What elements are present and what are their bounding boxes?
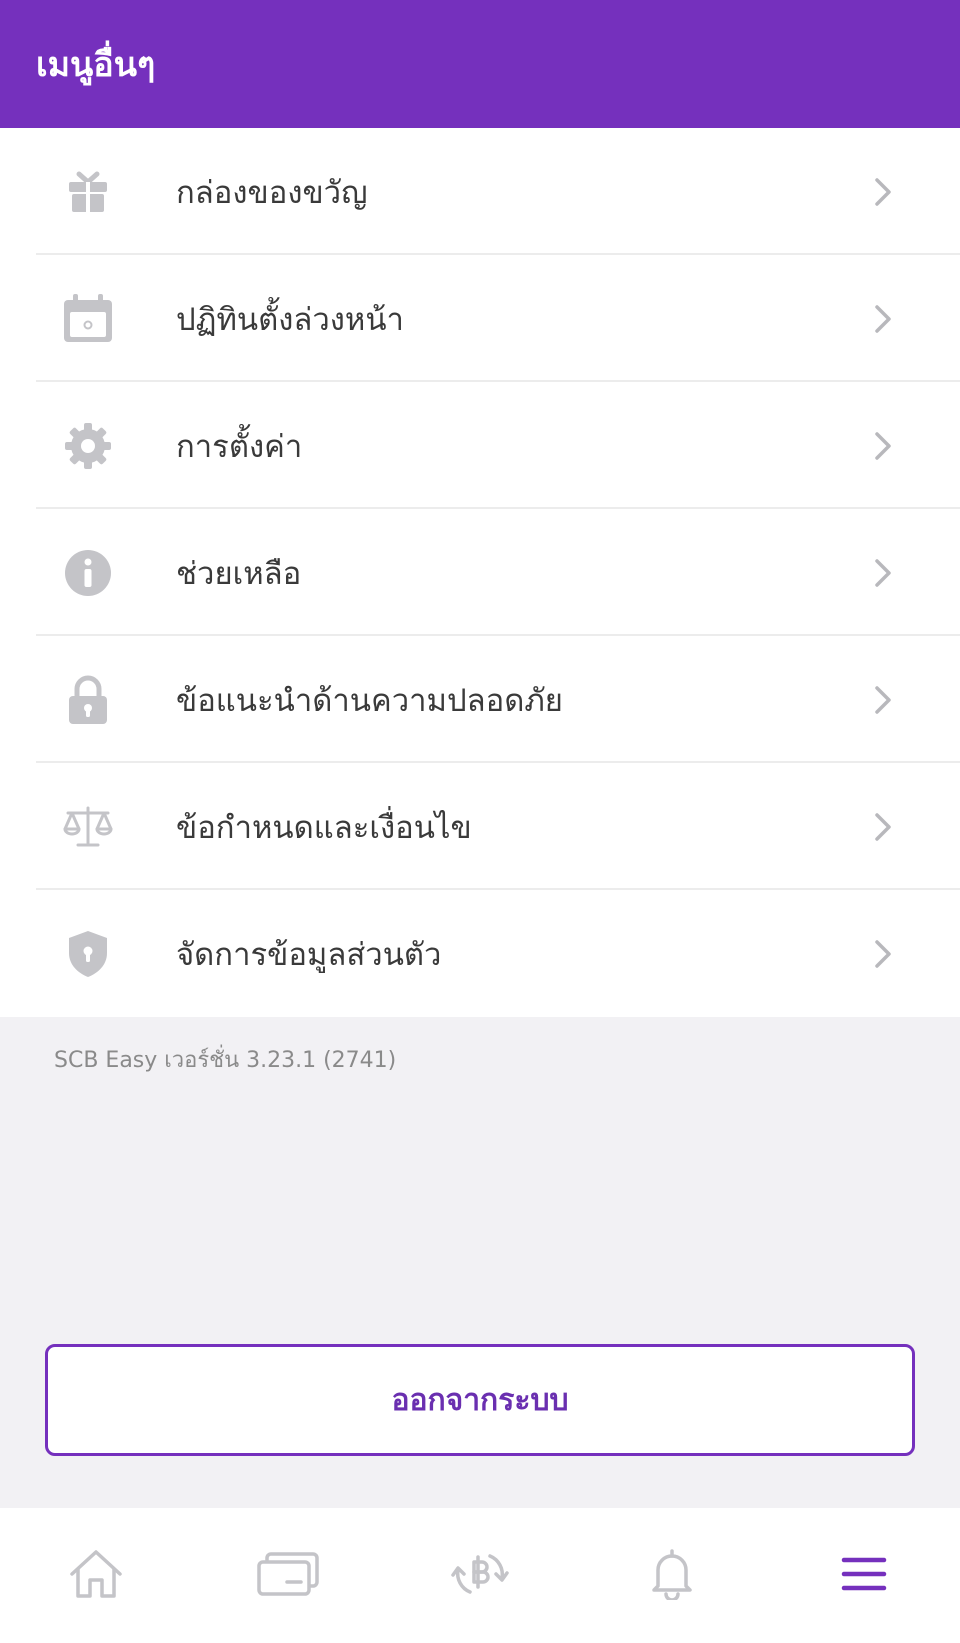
chevron-right-icon [868,934,898,974]
scale-icon [58,797,118,857]
menu-label: ข้อกำหนดและเงื่อนไข [176,809,472,846]
home-icon [68,1548,124,1604]
tab-notifications[interactable] [576,1508,768,1643]
menu-item-settings[interactable]: การตั้งค่า [0,382,960,509]
menu-item-help[interactable]: ช่วยเหลือ [0,509,960,636]
lock-icon [58,670,118,730]
menu-label: ปฏิทินตั้งล่วงหน้า [176,301,404,338]
tab-accounts[interactable] [192,1508,384,1643]
page-title: เมนูอื่นๆ [36,45,156,85]
info-icon [58,543,118,603]
baht-transfer-icon [450,1548,510,1604]
calendar-icon [58,289,118,349]
menu-item-security-advice[interactable]: ข้อแนะนำด้านความปลอดภัย [0,636,960,763]
menu-label: ช่วยเหลือ [176,555,302,592]
menu-item-privacy-management[interactable]: จัดการข้อมูลส่วนตัว [0,890,960,1017]
chevron-right-icon [868,680,898,720]
bell-icon [650,1548,694,1604]
chevron-right-icon [868,299,898,339]
menu-icon [841,1556,887,1596]
gift-icon [58,162,118,222]
app-version: SCB Easy เวอร์ชั่น 3.23.1 (2741) [54,1048,397,1073]
menu-label: กล่องของขวัญ [176,174,368,211]
bottom-tab-bar [0,1508,960,1643]
menu-item-gift-box[interactable]: กล่องของขวัญ [0,128,960,255]
tab-transfer[interactable] [384,1508,576,1643]
gear-icon [58,416,118,476]
logout-label: ออกจากระบบ [391,1382,569,1418]
chevron-right-icon [868,553,898,593]
menu-list: กล่องของขวัญ ปฏิทินตั้งล่วงหน้า การตั้งค… [0,128,960,1017]
app-header: เมนูอื่นๆ [0,0,960,128]
menu-label: ข้อแนะนำด้านความปลอดภัย [176,682,563,719]
tab-home[interactable] [0,1508,192,1643]
chevron-right-icon [868,426,898,466]
menu-item-terms-conditions[interactable]: ข้อกำหนดและเงื่อนไข [0,763,960,890]
logout-button[interactable]: ออกจากระบบ [45,1344,915,1456]
menu-label: จัดการข้อมูลส่วนตัว [176,936,442,973]
tab-more-menu[interactable] [768,1508,960,1643]
menu-label: การตั้งค่า [176,428,303,465]
card-icon [257,1551,319,1600]
menu-item-scheduled-calendar[interactable]: ปฏิทินตั้งล่วงหน้า [0,255,960,382]
chevron-right-icon [868,807,898,847]
shield-icon [58,924,118,984]
chevron-right-icon [868,172,898,212]
